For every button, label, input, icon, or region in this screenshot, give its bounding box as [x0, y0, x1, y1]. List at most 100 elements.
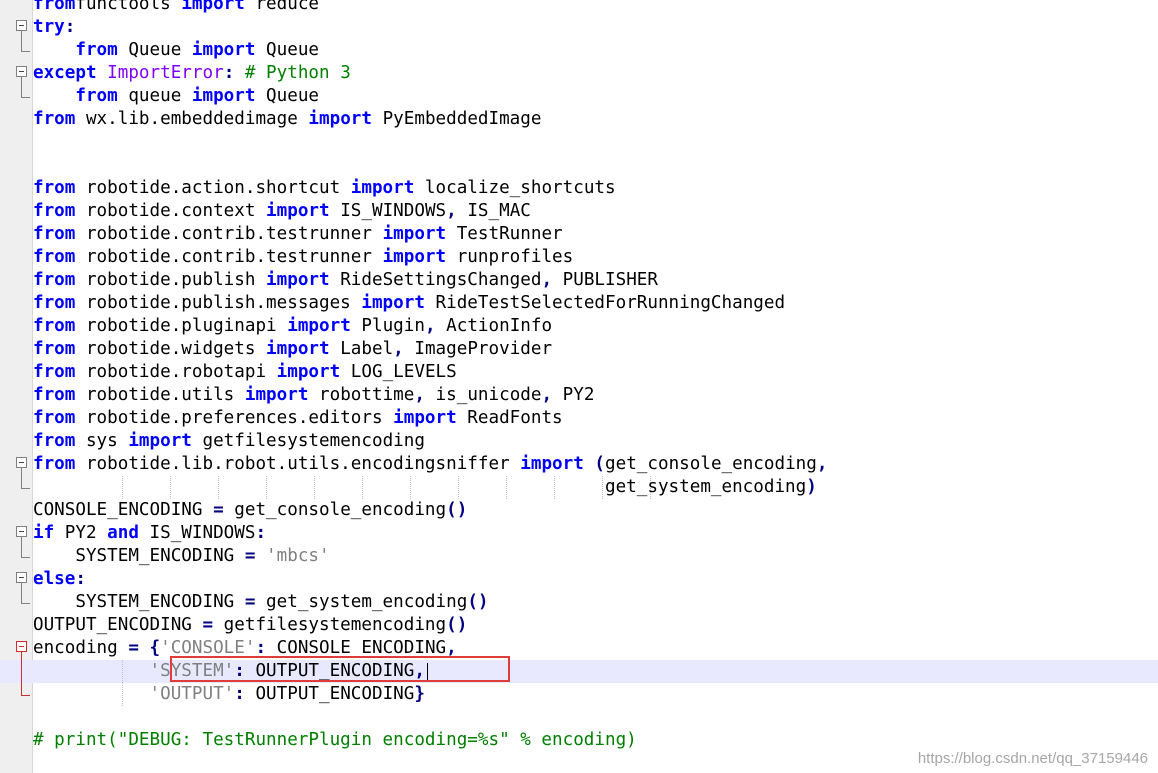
code-text: from queue import Queue [33, 85, 319, 108]
code-token: get_console_encoding [223, 500, 447, 520]
code-line[interactable]: 'OUTPUT': OUTPUT_ENCODING} [0, 683, 1158, 706]
code-token: from [33, 362, 76, 382]
code-token: import [266, 339, 330, 359]
code-line[interactable]: from robotide.widgets import Label, Imag… [0, 338, 1158, 361]
code-token: robotide.widgets [75, 339, 267, 359]
code-line[interactable]: CONSOLE_ENCODING = get_console_encoding(… [0, 499, 1158, 522]
code-text: from robotide.utils import robottime, is… [33, 384, 594, 407]
code-line[interactable] [0, 706, 1158, 729]
code-token: robotide.action.shortcut [75, 178, 351, 198]
code-line[interactable] [0, 131, 1158, 154]
code-token: try [33, 17, 65, 37]
code-token: robotide.context [75, 201, 267, 221]
code-token: robotide.preferences.editors [75, 408, 394, 428]
code-line[interactable]: get_system_encoding) [0, 476, 1158, 499]
code-line[interactable] [0, 154, 1158, 177]
code-line[interactable]: from sys import getfilesystemencoding [0, 430, 1158, 453]
code-token: and [107, 523, 139, 543]
code-line[interactable]: from robotide.publish.messages import Ri… [0, 292, 1158, 315]
code-line[interactable]: from robotide.robotapi import LOG_LEVELS [0, 361, 1158, 384]
code-token: # Python 3 [244, 63, 351, 83]
code-token: get_system_encoding [255, 592, 468, 612]
fold-toggle-icon[interactable] [16, 641, 27, 652]
code-line[interactable]: from robotide.context import IS_WINDOWS,… [0, 200, 1158, 223]
code-token: ActionInfo [435, 316, 553, 336]
fold-toggle-icon[interactable] [16, 572, 27, 583]
fold-end-marker [21, 545, 30, 558]
code-token: robotide.pluginapi [75, 316, 288, 336]
code-text: SYSTEM_ENCODING = 'mbcs' [33, 545, 329, 568]
code-line[interactable]: SYSTEM_ENCODING = 'mbcs' [0, 545, 1158, 568]
code-line[interactable]: from robotide.contrib.testrunner import … [0, 246, 1158, 269]
code-token: , [816, 454, 828, 474]
code-token: TestRunner [446, 224, 563, 244]
code-token: Queue [255, 40, 320, 60]
code-token: ( [594, 454, 606, 474]
code-token: = [128, 638, 139, 658]
code-line[interactable]: fromfunctools import reduce [0, 0, 1158, 16]
code-token: , [414, 385, 425, 405]
code-token: robotide.contrib.testrunner [75, 224, 383, 244]
code-token: robotide.publish [75, 270, 267, 290]
fold-toggle-icon[interactable] [16, 66, 27, 77]
code-line[interactable]: SYSTEM_ENCODING = get_system_encoding() [0, 591, 1158, 614]
code-text: except ImportError: # Python 3 [33, 62, 351, 85]
code-line[interactable]: if PY2 and IS_WINDOWS: [0, 522, 1158, 545]
fold-line [21, 537, 22, 545]
code-line[interactable]: try: [0, 16, 1158, 39]
fold-end-marker [21, 591, 30, 604]
fold-toggle-icon[interactable] [16, 526, 27, 537]
code-token: from [33, 109, 76, 129]
code-token: from [33, 270, 76, 290]
code-token: IS_WINDOWS [138, 523, 256, 543]
code-token: IS_WINDOWS [329, 201, 447, 221]
code-editor[interactable]: fromfunctools import reduce try: from Que… [0, 0, 1158, 773]
fold-end-marker [21, 85, 30, 98]
fold-end-marker [21, 476, 30, 489]
code-token: = [244, 592, 256, 612]
code-line[interactable]: from robotide.publish import RideSetting… [0, 269, 1158, 292]
code-token: except [33, 63, 97, 83]
code-text: from robotide.contrib.testrunner import … [33, 246, 573, 269]
code-token: import [308, 109, 372, 129]
code-line[interactable]: from Queue import Queue [0, 39, 1158, 62]
fold-line [21, 583, 22, 591]
code-token: from [33, 385, 76, 405]
code-token: robottime [308, 385, 415, 405]
code-token: RideSettingsChanged [329, 270, 542, 290]
code-line[interactable]: from robotide.utils import robottime, is… [0, 384, 1158, 407]
code-line[interactable]: from robotide.contrib.testrunner import … [0, 223, 1158, 246]
code-text: # print("DEBUG: TestRunnerPlugin encodin… [33, 729, 637, 752]
code-token: } [414, 684, 425, 704]
fold-toggle-icon[interactable] [16, 457, 27, 468]
code-line[interactable]: from robotide.action.shortcut import loc… [0, 177, 1158, 200]
code-token: CONSOLE_ENCODING [33, 500, 214, 520]
code-lines[interactable]: fromfunctools import reduce try: from Que… [0, 0, 1158, 752]
code-line[interactable]: # print("DEBUG: TestRunnerPlugin encodin… [0, 729, 1158, 752]
code-line[interactable]: from wx.lib.embeddedimage import PyEmbed… [0, 108, 1158, 131]
code-line[interactable]: else: [0, 568, 1158, 591]
code-token: CONSOLE_ENCODING [266, 638, 447, 658]
code-token: SYSTEM_ENCODING [33, 592, 245, 612]
code-token: 'CONSOLE' [160, 638, 256, 658]
code-line[interactable]: from robotide.preferences.editors import… [0, 407, 1158, 430]
code-line[interactable]: from queue import Queue [0, 85, 1158, 108]
fold-line [21, 31, 22, 39]
code-line[interactable]: except ImportError: # Python 3 [0, 62, 1158, 85]
code-line[interactable]: from robotide.pluginapi import Plugin, A… [0, 315, 1158, 338]
code-line[interactable]: OUTPUT_ENCODING = getfilesystemencoding(… [0, 614, 1158, 637]
code-token: queue [117, 86, 192, 106]
code-token: ReadFonts [456, 408, 563, 428]
code-token: robotide.contrib.testrunner [75, 247, 383, 267]
fold-toggle-icon[interactable] [16, 20, 27, 31]
code-token: , [446, 201, 457, 221]
code-token: robotide.lib.robot.utils.encodingsniffer [75, 454, 521, 474]
code-line[interactable]: from robotide.lib.robot.utils.encodingsn… [0, 453, 1158, 476]
code-token: PY2 [54, 523, 108, 543]
code-text: from robotide.robotapi import LOG_LEVELS [33, 361, 457, 384]
code-token: PUBLISHER [552, 270, 658, 290]
code-token: PyEmbeddedImage [371, 109, 542, 129]
